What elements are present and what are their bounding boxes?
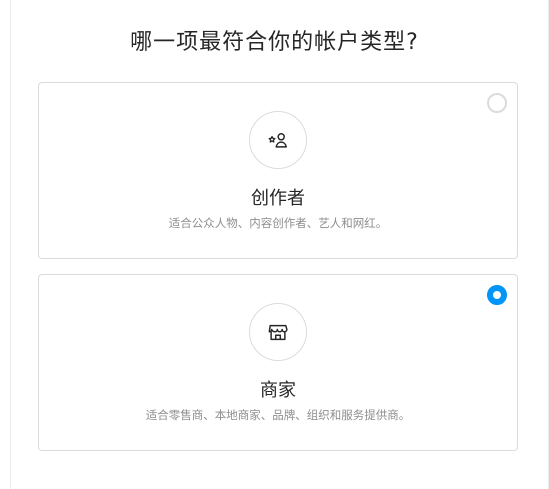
business-title: 商家 bbox=[260, 380, 296, 401]
account-type-option-business[interactable]: 商家 适合零售商、本地商家、品牌、组织和服务提供商。 bbox=[38, 274, 518, 451]
left-divider bbox=[10, 0, 11, 489]
business-radio[interactable] bbox=[487, 285, 507, 305]
creator-description: 适合公众人物、内容创作者、艺人和网红。 bbox=[168, 216, 388, 230]
account-type-page: 哪一项最符合你的帐户类型? 创作者 适合公众人物、内容创作者、艺人和网红。 商家… bbox=[0, 0, 549, 489]
business-description: 适合零售商、本地商家、品牌、组织和服务提供商。 bbox=[145, 408, 411, 422]
page-title: 哪一项最符合你的帐户类型? bbox=[130, 30, 419, 55]
creator-icon-circle bbox=[249, 111, 307, 169]
storefront-icon bbox=[268, 324, 288, 341]
account-type-option-creator[interactable]: 创作者 适合公众人物、内容创作者、艺人和网红。 bbox=[38, 82, 518, 259]
creator-star-person-icon bbox=[268, 133, 287, 148]
creator-title: 创作者 bbox=[251, 188, 305, 209]
creator-radio[interactable] bbox=[487, 93, 507, 113]
business-icon-circle bbox=[249, 303, 307, 361]
